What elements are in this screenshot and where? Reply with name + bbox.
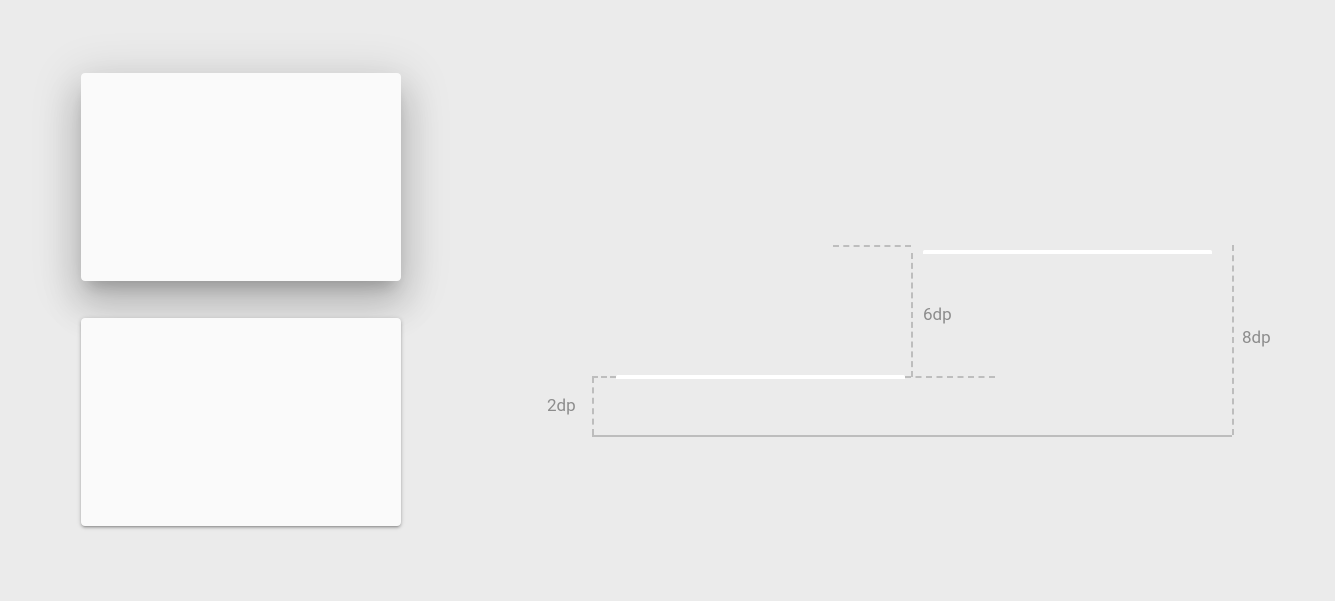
ground-line (592, 435, 1232, 437)
label-2dp: 2dp (547, 396, 576, 416)
surface-2dp (616, 375, 905, 379)
surface-8dp (923, 250, 1212, 254)
guide-horizontal-top (833, 245, 911, 247)
guide-vertical-6dp (911, 253, 913, 377)
guide-horizontal-low-right (905, 376, 995, 378)
guide-vertical-8dp (1232, 245, 1234, 435)
elevation-card-low (81, 318, 401, 526)
guide-horizontal-low-left (592, 376, 616, 378)
label-6dp: 6dp (923, 305, 952, 325)
guide-vertical-2dp (592, 377, 594, 435)
label-8dp: 8dp (1242, 328, 1271, 348)
elevation-card-high (81, 73, 401, 281)
elevation-diagram: 2dp 6dp 8dp (543, 245, 1277, 445)
